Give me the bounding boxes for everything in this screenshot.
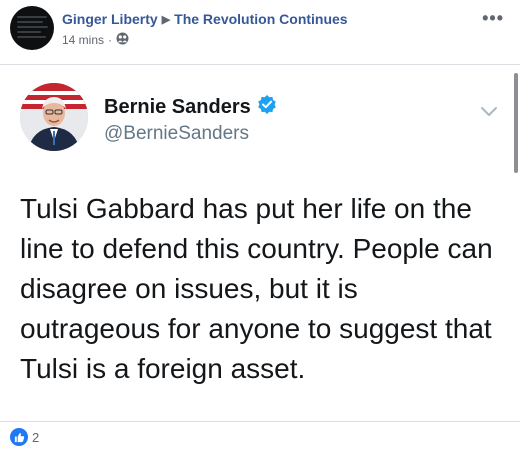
group-icon[interactable] bbox=[116, 32, 129, 48]
arrow-right-icon: ▶ bbox=[161, 14, 171, 26]
post-title: Ginger Liberty ▶ The Revolution Continues bbox=[62, 11, 348, 27]
tweet-screenshot[interactable]: Bernie Sanders @BernieSanders Tulsi Gabb… bbox=[0, 64, 520, 422]
like-thumb-icon bbox=[10, 428, 28, 446]
post-meta: Ginger Liberty ▶ The Revolution Continues … bbox=[62, 11, 348, 48]
verified-check-icon bbox=[257, 94, 277, 120]
author-avatar[interactable] bbox=[10, 6, 54, 50]
meta-separator: · bbox=[108, 33, 113, 47]
like-count: 2 bbox=[32, 429, 40, 445]
more-dots-icon[interactable]: ••• bbox=[482, 8, 504, 29]
post-timestamp[interactable]: 14 mins bbox=[62, 33, 104, 47]
post-header: Ginger Liberty ▶ The Revolution Continues … bbox=[0, 0, 520, 62]
tweet-avatar bbox=[20, 83, 88, 151]
reactions-bar[interactable]: 2 bbox=[10, 428, 39, 446]
post-subline: 14 mins · bbox=[62, 32, 348, 48]
chevron-down-icon bbox=[480, 105, 498, 123]
scroll-indicator bbox=[514, 73, 518, 173]
tweet-text: Tulsi Gabbard has put her life on the li… bbox=[20, 193, 493, 384]
group-name-link[interactable]: The Revolution Continues bbox=[174, 11, 347, 27]
tweet-author: Bernie Sanders bbox=[104, 94, 277, 120]
tweet-handle: @BernieSanders bbox=[104, 123, 249, 144]
tweet-author-name: Bernie Sanders bbox=[104, 95, 251, 118]
author-name-link[interactable]: Ginger Liberty bbox=[62, 11, 158, 27]
